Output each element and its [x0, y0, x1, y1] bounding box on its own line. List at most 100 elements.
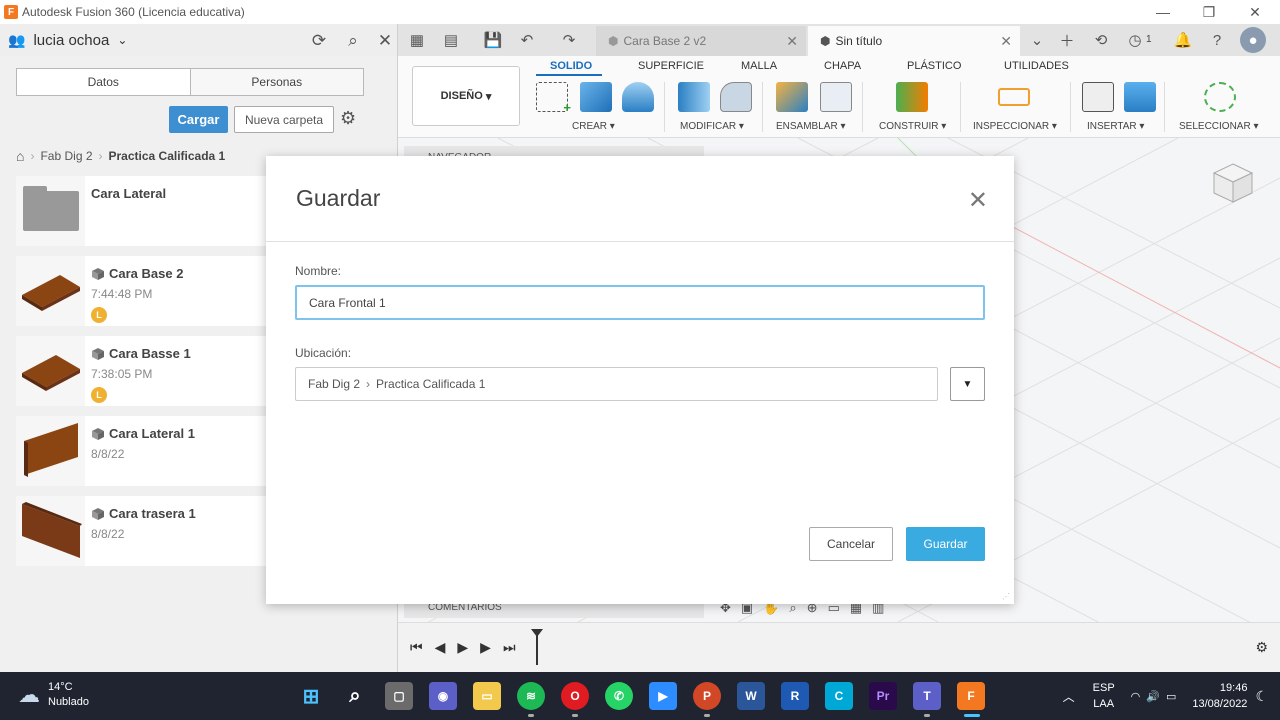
tab-chapa[interactable]: CHAPA [824, 60, 861, 72]
gear-icon[interactable]: ⚙ [340, 108, 356, 129]
tab-malla[interactable]: MALLA [741, 60, 777, 72]
list-item[interactable]: Cara Lateral [16, 176, 286, 246]
step-forward-icon[interactable]: ▶ [480, 639, 491, 656]
tab-utilidades[interactable]: UTILIDADES [1004, 60, 1069, 72]
grid-menu-icon[interactable]: ▦ [404, 27, 430, 53]
play-icon[interactable]: ▶ [457, 639, 468, 656]
resize-grip-icon[interactable]: ⋰ [1002, 592, 1012, 602]
group-crear[interactable]: CREAR ▾ [572, 121, 615, 132]
chevron-down-icon[interactable]: ⌄ [117, 33, 127, 47]
minimize-button[interactable]: — [1140, 0, 1186, 24]
name-field[interactable] [295, 285, 985, 320]
fillet-icon[interactable] [720, 82, 752, 112]
close-tab-icon[interactable]: ✕ [1000, 33, 1012, 50]
tab-superficie[interactable]: SUPERFICIE [638, 60, 704, 72]
gear-icon[interactable]: ⚙ [1255, 639, 1268, 656]
go-to-start-icon[interactable]: ⏮ [410, 639, 423, 656]
save-icon[interactable]: 💾 [480, 27, 506, 53]
whatsapp-icon[interactable]: ✆ [605, 682, 633, 710]
clock[interactable]: 19:46 13/08/2022 [1192, 680, 1247, 712]
new-component-icon[interactable] [776, 82, 808, 112]
user-name[interactable]: lucia ochoa [33, 32, 109, 49]
refresh-icon[interactable]: ⟳ [308, 30, 330, 52]
joint-icon[interactable] [820, 82, 852, 112]
breadcrumb-item-project[interactable]: Fab Dig 2 [40, 149, 92, 163]
notifications-icon[interactable]: ☾ [1255, 688, 1268, 705]
task-view-icon[interactable]: ▢ [385, 682, 413, 710]
revit-icon[interactable]: R [781, 682, 809, 710]
close-tab-icon[interactable]: ✕ [786, 33, 798, 50]
windows-start-icon[interactable]: ⊞ [297, 682, 325, 710]
close-panel-icon[interactable]: ✕ [374, 30, 396, 52]
select-icon[interactable] [1204, 82, 1236, 112]
search-icon[interactable]: ⌕ [341, 682, 369, 710]
create-sketch-icon[interactable]: + [536, 82, 571, 115]
upload-button[interactable]: Cargar [169, 106, 228, 133]
close-icon[interactable]: ✕ [968, 186, 988, 215]
extrude-icon[interactable] [580, 82, 612, 112]
tab-solido[interactable]: SOLIDO [550, 60, 592, 72]
tab-plastico[interactable]: PLÁSTICO [907, 60, 961, 72]
file-icon[interactable]: ▤ [438, 27, 464, 53]
tab-sin-titulo[interactable]: ⬢ Sin título ✕ [808, 26, 1020, 56]
chevron-down-icon[interactable]: ⌄ [1024, 27, 1050, 53]
new-tab-icon[interactable]: ＋ [1054, 27, 1080, 53]
close-window-button[interactable]: ✕ [1232, 0, 1278, 24]
home-icon[interactable]: ⌂ [16, 148, 24, 164]
language-indicator[interactable]: ESP LAA [1093, 680, 1115, 712]
group-seleccionar[interactable]: SELECCIONAR ▾ [1179, 121, 1259, 132]
step-back-icon[interactable]: ◀ [435, 639, 446, 656]
cancel-button[interactable]: Cancelar [809, 527, 893, 561]
revolve-icon[interactable] [622, 82, 654, 112]
opera-icon[interactable]: O [561, 682, 589, 710]
insert-derive-icon[interactable] [1082, 82, 1114, 112]
group-construir[interactable]: CONSTRUIR ▾ [879, 121, 946, 132]
volume-icon[interactable]: 🔊 [1146, 690, 1160, 703]
view-cube[interactable] [1210, 160, 1256, 206]
group-ensamblar[interactable]: ENSAMBLAR ▾ [776, 121, 846, 132]
restore-button[interactable]: ❐ [1186, 0, 1232, 24]
tab-cara-base[interactable]: ⬢ Cara Base 2 v2 ✕ [596, 26, 806, 56]
premiere-icon[interactable]: Pr [869, 682, 897, 710]
insert-canvas-icon[interactable] [1124, 82, 1156, 112]
go-to-end-icon[interactable]: ⏭ [503, 639, 516, 656]
zoom-icon[interactable]: ▶ [649, 682, 677, 710]
location-field[interactable]: Fab Dig 2 › Practica Calificada 1 [295, 367, 938, 401]
press-pull-icon[interactable] [678, 82, 710, 112]
measure-icon[interactable] [998, 88, 1030, 106]
tab-personas[interactable]: Personas [189, 69, 363, 95]
file-explorer-icon[interactable]: ▭ [473, 682, 501, 710]
avatar[interactable]: ● [1240, 27, 1266, 53]
undo-icon[interactable]: ↶ [514, 27, 540, 53]
battery-icon[interactable]: ▭ [1166, 690, 1176, 703]
save-button[interactable]: Guardar [906, 527, 985, 561]
spotify-icon[interactable]: ≋ [517, 682, 545, 710]
chevron-up-icon[interactable]: ︿ [1063, 688, 1075, 705]
extensions-icon[interactable]: ⟲ [1088, 27, 1114, 53]
offset-plane-icon[interactable] [896, 82, 928, 112]
chat-icon[interactable]: ◉ [429, 682, 457, 710]
notification-bell-icon[interactable]: 🔔 [1170, 27, 1196, 53]
word-icon[interactable]: W [737, 682, 765, 710]
canva-icon[interactable]: C [825, 682, 853, 710]
help-icon[interactable]: ? [1204, 27, 1230, 53]
list-item[interactable]: Cara trasera 1 8/8/22 [16, 496, 286, 566]
group-inspeccionar[interactable]: INSPECCIONAR ▾ [973, 121, 1057, 132]
redo-icon[interactable]: ↷ [556, 27, 582, 53]
weather-widget[interactable]: ☁ 14°C Nublado [18, 680, 89, 710]
fusion-360-icon[interactable]: F [957, 682, 985, 710]
new-folder-button[interactable]: Nueva carpeta [234, 106, 334, 133]
timeline-marker[interactable] [530, 628, 543, 665]
teams-icon[interactable]: T [913, 682, 941, 710]
workspace-switcher[interactable]: DISEÑO ▾ [412, 66, 520, 126]
list-item[interactable]: Cara Base 2 7:44:48 PM L [16, 256, 286, 326]
group-modificar[interactable]: MODIFICAR ▾ [680, 121, 744, 132]
list-item[interactable]: Cara Basse 1 7:38:05 PM L [16, 336, 286, 406]
powerpoint-icon[interactable]: P [693, 682, 721, 710]
job-status-icon[interactable]: ◷ [1122, 27, 1148, 53]
location-dropdown-button[interactable]: ▼ [950, 367, 985, 401]
tab-datos[interactable]: Datos [17, 69, 190, 95]
group-insertar[interactable]: INSERTAR ▾ [1087, 121, 1144, 132]
wifi-icon[interactable]: ◠ [1131, 690, 1141, 703]
search-icon[interactable]: ⌕ [342, 30, 364, 52]
